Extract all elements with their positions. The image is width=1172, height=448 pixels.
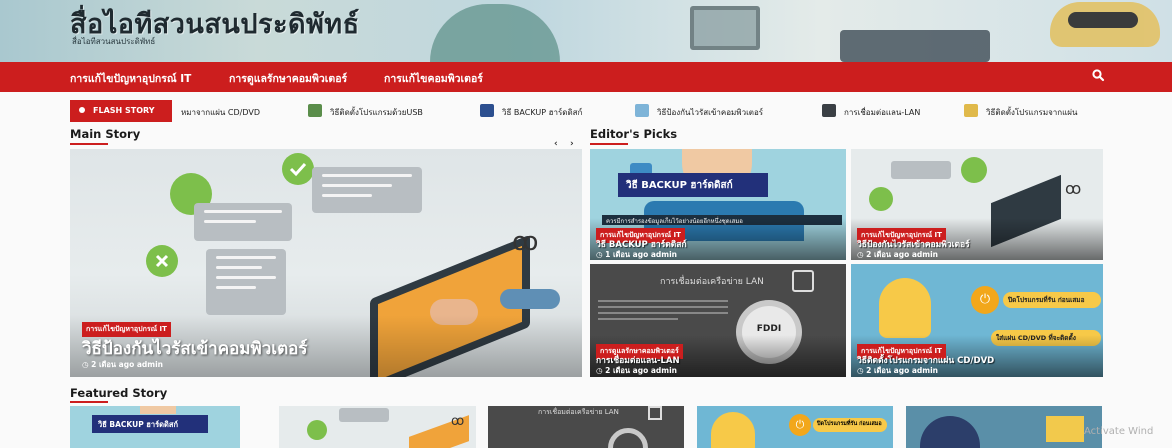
text-block (598, 296, 728, 340)
header-circuit-graphic (840, 30, 990, 62)
slider-prev-button[interactable]: ‹ (554, 139, 558, 149)
nav-item-it-troubleshooting[interactable]: การแก้ไขปัญหาอุปกรณ์ IT (70, 70, 191, 87)
search-icon[interactable] (1091, 68, 1105, 82)
main-story-card[interactable]: ꝏ การแก้ไขปัญหาอุปกรณ์ IT วิธีป้องกันไวร… (70, 149, 582, 377)
lightbulb-icon (711, 412, 755, 448)
featured-heading: Featured Story (70, 386, 168, 400)
editors-pick-card[interactable]: ⏻ ปิดโปรแกรมที่รัน ก่อนเสมอ ใส่แผ่น CD/D… (851, 264, 1103, 377)
thumbnail-icon (964, 104, 978, 117)
featured-card[interactable]: การเชื่อมต่อเครือข่าย LAN (488, 406, 684, 448)
featured-card[interactable]: ⏻ ปิดโปรแกรมที่รัน ก่อนเสมอ (697, 406, 893, 448)
cross-icon (146, 245, 178, 277)
speech-bubble (194, 203, 292, 241)
post-meta: ◷ 2 เดือน ago admin (596, 366, 678, 375)
thumbnail-icon (480, 104, 494, 117)
editors-pick-card[interactable]: วิธี BACKUP ฮาร์ดดิสก์ ควรมีการสำรองข้อม… (590, 149, 846, 260)
editors-pick-card[interactable]: การเชื่อมต่อเครือข่าย LAN FDDI การดูแลรั… (590, 264, 846, 377)
post-meta: ◷ 2 เดือน ago admin (857, 250, 939, 259)
banner-label: วิธี BACKUP ฮาร์ดดิสก์ (618, 173, 768, 197)
speech-bubble (312, 167, 422, 213)
power-icon: ⏻ (789, 414, 811, 436)
featured-card[interactable]: ꝏ (279, 406, 476, 448)
ticker-item[interactable]: วิธีป้องกันไวรัสเข้าคอมพิวเตอร์ (657, 106, 763, 119)
header-monitor-graphic (690, 6, 760, 50)
tip-chip: ปิดโปรแกรมที่รัน ก่อนเสมอ (1003, 292, 1101, 308)
flash-dot-icon (79, 107, 85, 113)
site-tagline: สื่อไอทีสวนสนประดิพัทธ์ (72, 37, 156, 46)
activate-windows-watermark: Activate Wind (1084, 426, 1154, 437)
slider-next-button[interactable]: › (570, 139, 574, 149)
thumbnail-icon (635, 104, 649, 117)
gear-illustration (920, 416, 980, 448)
ticker-item[interactable]: วิธีติดตั้งโปรแกรมจากแผ่น (986, 106, 1077, 119)
wifi-icon (648, 406, 662, 420)
nav-item-computer-care[interactable]: การดูแลรักษาคอมพิวเตอร์ (229, 70, 347, 87)
main-story-underline (70, 143, 108, 145)
editors-picks-underline (590, 143, 628, 145)
flash-story-ticker: FLASH STORY หมาจากแผ่น CD/DVD วิธีติดตั้… (70, 100, 1102, 122)
person-illustration (140, 406, 176, 414)
cross-icon (869, 187, 893, 211)
nav-item-computer-fix[interactable]: การแก้ไขคอมพิวเตอร์ (384, 70, 483, 87)
editors-picks-heading: Editor's Picks (590, 127, 678, 141)
speech-bubble (206, 249, 286, 315)
banner-label: การเชื่อมต่อเครือข่าย LAN (538, 408, 619, 416)
site-header: สื่อไอทีสวนสนประดิพัทธ์ สื่อไอทีสวนสนประ… (0, 0, 1172, 62)
sleeve-illustration (500, 289, 560, 309)
fddi-ring-diagram (608, 428, 648, 448)
post-meta: ◷ 2 เดือน ago admin (82, 360, 164, 369)
lightbulb-icon (879, 278, 931, 338)
tip-chip: ปิดโปรแกรมที่รัน ก่อนเสมอ (813, 418, 887, 432)
page: สื่อไอทีสวนสนประดิพัทธ์ สื่อไอทีสวนสนประ… (0, 0, 1172, 448)
ticker-item[interactable]: วิธี BACKUP ฮาร์ดดิสก์ (502, 106, 582, 119)
banner-label: การเชื่อมต่อเครือข่าย LAN (660, 277, 764, 287)
speech-bubble (339, 408, 389, 422)
flash-story-label: FLASH STORY (70, 100, 172, 122)
power-icon: ⏻ (971, 286, 999, 314)
post-meta: ◷ 1 เดือน ago admin (596, 250, 678, 259)
header-mascot-graphic (1050, 2, 1160, 47)
wifi-icon (792, 270, 814, 292)
post-meta: ◷ 2 เดือน ago admin (857, 366, 939, 375)
thumbnail-icon (822, 104, 836, 117)
ticker-item[interactable]: การเชื่อมต่อแลน-LAN (844, 106, 920, 119)
header-globe-graphic (430, 4, 560, 62)
cross-icon (307, 420, 327, 440)
featured-card[interactable] (906, 406, 1102, 448)
featured-underline (70, 401, 108, 403)
main-nav: การแก้ไขปัญหาอุปกรณ์ IT การดูแลรักษาคอมพ… (0, 62, 1172, 92)
featured-card[interactable]: วิธี BACKUP ฮาร์ดดิสก์ (70, 406, 240, 448)
check-icon (961, 157, 987, 183)
check-icon (282, 153, 314, 185)
main-story-heading: Main Story (70, 127, 141, 141)
ticker-item[interactable]: วิธีติดตั้งโปรแกรมด้วยUSB (330, 106, 423, 119)
folder-icon (1046, 416, 1084, 442)
ticker-item[interactable]: หมาจากแผ่น CD/DVD (181, 106, 260, 119)
glasses-icon: ꝏ (512, 227, 539, 257)
main-story-title[interactable]: วิธีป้องกันไวรัสเข้าคอมพิวเตอร์ (82, 335, 307, 362)
glasses-icon: ꝏ (451, 414, 465, 429)
editors-pick-card[interactable]: ꝏ การแก้ไขปัญหาอุปกรณ์ IT วิธีป้องกันไวร… (851, 149, 1103, 260)
thumbnail-icon (308, 104, 322, 117)
speech-bubble (891, 161, 951, 179)
banner-label: วิธี BACKUP ฮาร์ดดิสก์ (92, 415, 208, 433)
glasses-icon: ꝏ (1065, 179, 1082, 198)
